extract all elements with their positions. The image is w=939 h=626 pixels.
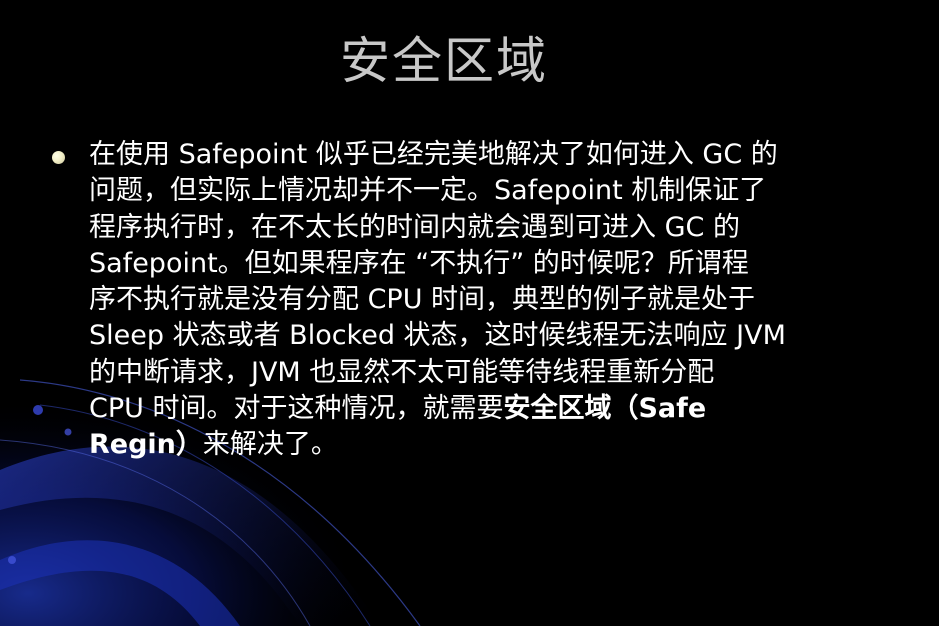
- body-line-3: 程序执行时，在不太长的时间内就会遇到可进入 GC 的: [89, 211, 740, 243]
- body-line-1: 在使用 Safepoint 似乎已经完美地解决了如何进入 GC 的: [89, 139, 778, 170]
- bullet-icon: [52, 151, 65, 164]
- body-line-8: CPU 时间。对于这种情况，就需要安全区域（Safe: [89, 391, 849, 427]
- slide: 安全区域 在使用 Safepoint 似乎已经完美地解决了如何进入 GC 的 问…: [0, 0, 939, 626]
- body-line-9-text: 来解决了。: [202, 429, 338, 461]
- body-line-7: 的中断请求，JVM 也显然不太可能等待线程重新分配: [89, 356, 715, 388]
- body-line-8-text: CPU 时间。对于这种情况，就需要: [89, 393, 504, 425]
- body-line-2: 问题，但实际上情况却并不一定。Safepoint 机制保证了: [89, 175, 767, 207]
- body-line-4: Safepoint。但如果程序在 “不执行” 的时候呢？所谓程: [89, 247, 749, 279]
- slide-title: 安全区域: [340, 32, 548, 90]
- safe-region-term: 安全区域（Safe: [503, 393, 707, 425]
- body-line-5: 序不执行就是没有分配 CPU 时间，典型的例子就是处于: [89, 284, 756, 316]
- body-paragraph: 在使用 Safepoint 似乎已经完美地解决了如何进入 GC 的 问题，但实际…: [89, 137, 849, 464]
- body-line-9: Regin）来解决了。: [89, 427, 849, 463]
- body-line-6: Sleep 状态或者 Blocked 状态，这时候线程无法响应 JVM: [89, 320, 786, 352]
- safe-region-term-continued: Regin）: [89, 429, 203, 461]
